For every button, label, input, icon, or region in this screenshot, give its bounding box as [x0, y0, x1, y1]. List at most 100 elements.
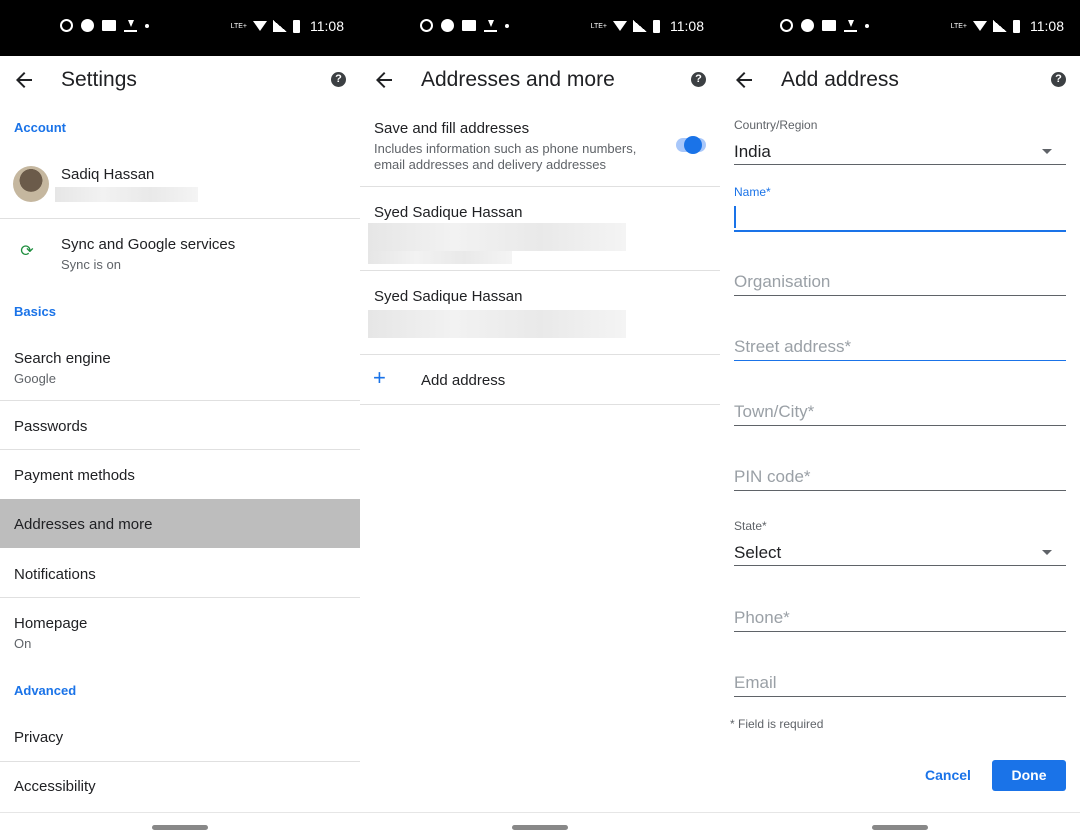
wifi-icon [613, 21, 627, 31]
status-bar: LTE+ 11:08 [360, 0, 720, 56]
system-icons: LTE+ 11:08 [231, 18, 344, 34]
download-icon [124, 19, 137, 32]
chevron-down-icon [1042, 149, 1052, 154]
help-icon[interactable]: ? [331, 72, 346, 87]
street-address-field[interactable]: Street address* [734, 335, 1066, 363]
field-underline [734, 565, 1066, 566]
clock: 11:08 [310, 18, 344, 34]
system-icons: LTE+ 11:08 [951, 18, 1064, 34]
save-fill-title: Save and fill addresses [374, 120, 530, 137]
text-cursor [734, 206, 736, 228]
phone-field[interactable]: Phone* [734, 606, 1066, 634]
page-title: Addresses and more [421, 68, 615, 91]
home-gesture-handle[interactable] [872, 825, 928, 830]
notifications-label: Notifications [14, 566, 96, 583]
wifi-icon [253, 21, 267, 31]
search-engine-row[interactable]: Search engine Google [0, 335, 360, 401]
blurred-address [368, 310, 626, 338]
privacy-row[interactable]: Privacy [0, 712, 360, 761]
arrow-back-icon[interactable] [372, 68, 396, 92]
page-title: Add address [781, 68, 899, 91]
addresses-row[interactable]: Addresses and more [0, 499, 360, 548]
clock: 11:08 [670, 18, 704, 34]
email-field[interactable]: Email [734, 671, 1066, 699]
toggle-knob [684, 136, 702, 154]
town-city-placeholder: Town/City* [734, 402, 815, 421]
field-underline [734, 425, 1066, 426]
settings-screen: LTE+ 11:08 Settings ? Account Sadiq Hass… [0, 0, 360, 840]
field-underline [734, 490, 1066, 491]
section-advanced: Advanced [14, 683, 77, 698]
save-fill-desc-1: Includes information such as phone numbe… [374, 141, 637, 156]
town-city-field[interactable]: Town/City* [734, 400, 1066, 428]
app-bar: Add address ? [720, 56, 1080, 106]
saved-address-1[interactable]: Syed Sadique Hassan [360, 187, 720, 270]
sync-icon: ⟳ [20, 243, 34, 260]
signal-icon [273, 20, 287, 32]
download-icon [844, 19, 857, 32]
addresses-screen: LTE+ 11:08 Addresses and more ? Save and… [360, 0, 720, 840]
state-label: State* [734, 519, 767, 533]
battery-icon [653, 19, 660, 33]
arrow-back-icon[interactable] [12, 68, 36, 92]
name-field[interactable]: Name* [734, 185, 1066, 233]
field-underline [734, 164, 1066, 165]
nav-bar [720, 812, 1080, 840]
arrow-back-icon[interactable] [732, 68, 756, 92]
country-value: India [734, 142, 771, 161]
status-bar: LTE+ 11:08 [720, 0, 1080, 56]
help-icon[interactable]: ? [1051, 72, 1066, 87]
sync-title: Sync and Google services [61, 236, 236, 253]
app-bar: Settings ? [0, 56, 360, 106]
homepage-row[interactable]: Homepage On [0, 598, 360, 664]
section-account: Account [14, 120, 66, 135]
search-engine-title: Search engine [14, 350, 111, 367]
sync-row[interactable]: ⟳ Sync and Google services Sync is on [0, 219, 360, 285]
nav-bar [360, 812, 720, 840]
add-address-screen: LTE+ 11:08 Add address ? Country/Region … [720, 0, 1080, 840]
save-fill-row[interactable]: Save and fill addresses Includes informa… [360, 110, 720, 186]
section-basics: Basics [14, 304, 56, 319]
organisation-field[interactable]: Organisation [734, 270, 1066, 298]
home-gesture-handle[interactable] [152, 825, 208, 830]
privacy-label: Privacy [14, 729, 64, 746]
status-bar: LTE+ 11:08 [0, 0, 360, 56]
whatsapp-icon [420, 19, 433, 32]
country-select[interactable]: Country/Region India [734, 118, 1066, 166]
whatsapp-icon [60, 19, 73, 32]
profile-row[interactable]: Sadiq Hassan [0, 150, 360, 216]
done-button[interactable]: Done [992, 760, 1066, 791]
passwords-row[interactable]: Passwords [0, 401, 360, 450]
street-address-placeholder: Street address* [734, 337, 852, 356]
field-underline [734, 696, 1066, 697]
news-icon [462, 20, 476, 31]
help-icon[interactable]: ? [691, 72, 706, 87]
battery-icon [1013, 19, 1020, 33]
payment-methods-row[interactable]: Payment methods [0, 450, 360, 499]
notification-icons [60, 19, 149, 32]
name-label: Name* [734, 185, 771, 199]
cancel-button[interactable]: Cancel [918, 760, 978, 791]
download-icon [484, 19, 497, 32]
pin-code-field[interactable]: PIN code* [734, 465, 1066, 493]
lte-label: LTE+ [590, 22, 607, 30]
page-title: Settings [61, 68, 137, 91]
lte-label: LTE+ [950, 22, 967, 30]
add-address-row[interactable]: + Add address [360, 355, 720, 404]
homepage-value: On [14, 636, 32, 651]
nav-bar [0, 812, 360, 840]
profile-name: Sadiq Hassan [61, 166, 155, 183]
divider [360, 404, 720, 405]
system-icons: LTE+ 11:08 [591, 18, 704, 34]
home-gesture-handle[interactable] [512, 825, 568, 830]
saved-address-2[interactable]: Syed Sadique Hassan [360, 271, 720, 354]
sync-status: Sync is on [61, 257, 121, 272]
notifications-row[interactable]: Notifications [0, 549, 360, 598]
news-icon [102, 20, 116, 31]
organisation-placeholder: Organisation [734, 272, 831, 291]
state-select[interactable]: State* Select [734, 519, 1066, 567]
blurred-address [368, 223, 626, 251]
accessibility-row[interactable]: Accessibility [0, 762, 360, 811]
addresses-label: Addresses and more [14, 516, 153, 533]
search-engine-value: Google [14, 371, 56, 386]
